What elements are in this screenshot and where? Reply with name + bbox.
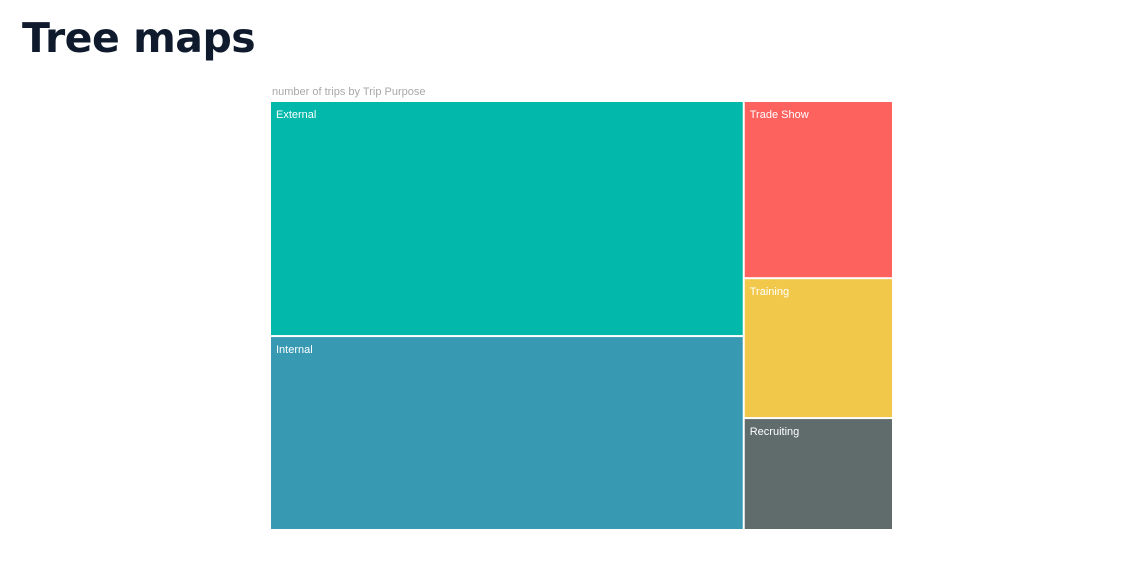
treemap-label-internal: Internal [276, 344, 313, 356]
treemap-tile-internal[interactable] [271, 337, 743, 529]
treemap-label-recruiting: Recruiting [750, 426, 800, 438]
treemap-label-training: Training [750, 286, 789, 298]
chart-title: number of trips by Trip Purpose [272, 86, 426, 98]
treemap-tile-training[interactable] [744, 279, 892, 418]
treemap-tile-external[interactable] [271, 102, 743, 336]
treemap-tile-trade-show[interactable] [744, 102, 892, 278]
treemap-label-trade-show: Trade Show [750, 109, 809, 121]
treemap-chart: External Internal Trade Show Training Recrui… [271, 102, 892, 529]
page-title: Tree maps [22, 14, 256, 62]
treemap-label-external: External [276, 109, 316, 121]
